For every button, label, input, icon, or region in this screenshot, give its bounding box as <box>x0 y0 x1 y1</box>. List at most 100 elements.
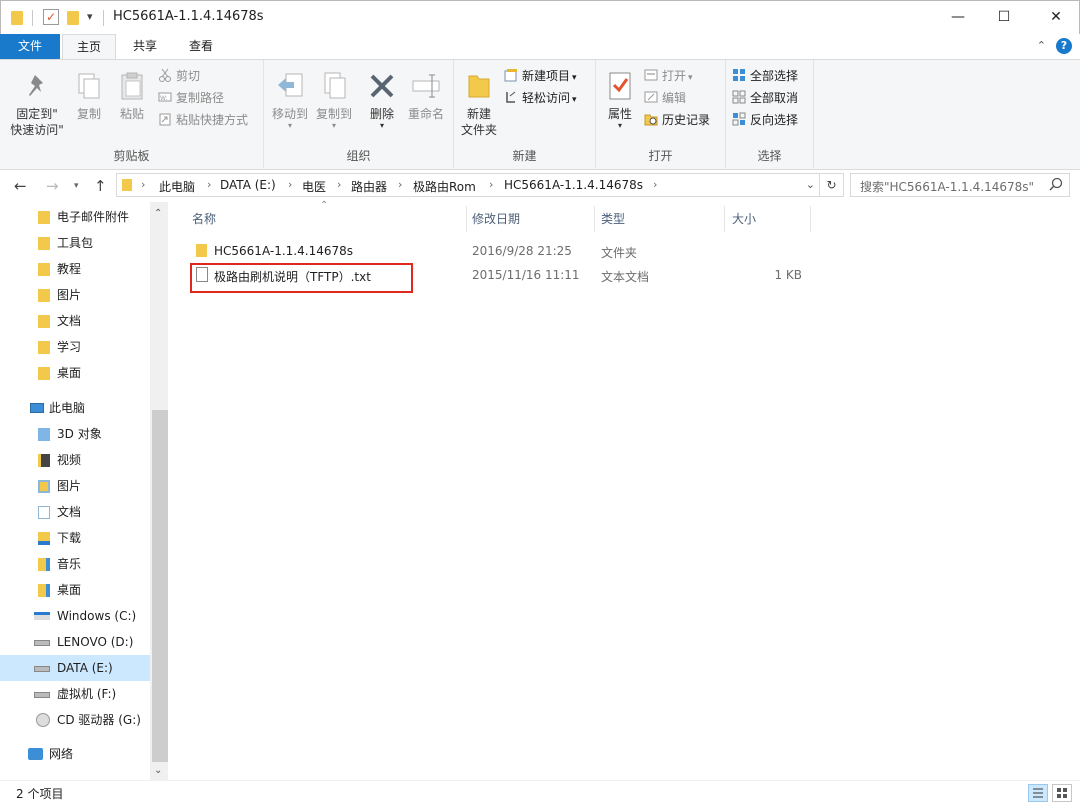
breadcrumb-separator: › <box>141 178 146 191</box>
nav-item-label: 虚拟机 (F:) <box>57 687 117 701</box>
invert-selection-button[interactable]: 反向选择 <box>732 110 798 130</box>
nav-item-drive-d[interactable]: LENOVO (D:) <box>0 629 150 655</box>
nav-item-drive-c[interactable]: Windows (C:) <box>0 603 150 629</box>
tab-view[interactable]: 查看 <box>174 34 228 59</box>
copy-to-button[interactable]: 复制到 ▾ <box>312 70 356 130</box>
nav-item-3d-objects[interactable]: 3D 对象 <box>0 421 150 447</box>
properties-button[interactable]: 属性 ▾ <box>600 70 640 130</box>
minimize-button[interactable]: — <box>935 1 981 34</box>
nav-item-tutorials[interactable]: 教程 <box>0 256 150 282</box>
breadcrumb-data-e[interactable]: DATA (E:) <box>220 178 276 192</box>
properties-quick-icon[interactable]: ✓ <box>43 9 59 25</box>
breadcrumb-separator: › <box>653 178 658 191</box>
nav-item-this-pc[interactable]: 此电脑 <box>0 395 150 421</box>
back-arrow-icon[interactable]: ← <box>14 177 27 195</box>
maximize-button[interactable]: ☐ <box>981 1 1027 34</box>
copy-button[interactable]: 复制 <box>70 70 108 122</box>
details-view-button[interactable] <box>1028 784 1048 802</box>
nav-item-drive-g[interactable]: CD 驱动器 (G:) <box>0 707 150 733</box>
new-folder-quick-icon[interactable] <box>67 11 79 25</box>
breadcrumb-separator: › <box>207 178 212 191</box>
column-header-name[interactable]: 名称 <box>192 210 216 232</box>
new-folder-button[interactable]: 新建 文件夹 <box>456 70 502 138</box>
nav-item-email-attachments[interactable]: 电子邮件附件 <box>0 204 150 230</box>
select-all-icon <box>732 68 746 82</box>
breadcrumb-dianyi[interactable]: 电医 <box>302 178 326 195</box>
cut-button[interactable]: 剪切 <box>158 66 200 86</box>
ribbon-collapse-icon[interactable]: ⌃ <box>1037 39 1046 52</box>
address-dropdown-icon[interactable]: ⌄ <box>806 178 815 191</box>
nav-item-desktop-quick[interactable]: 桌面 <box>0 360 150 386</box>
large-icons-view-button[interactable] <box>1052 784 1072 802</box>
nav-item-network[interactable]: 网络 <box>0 741 150 767</box>
easy-access-button[interactable]: 轻松访问 ▾ <box>504 88 577 108</box>
column-divider[interactable] <box>810 206 811 232</box>
breadcrumb-router[interactable]: 路由器 <box>351 178 387 195</box>
file-row-folder[interactable]: HC5661A-1.1.4.14678s 2016/9/28 21:25 文件夹 <box>186 240 816 262</box>
column-header-type[interactable]: 类型 <box>601 210 625 232</box>
nav-item-drive-e-selected[interactable]: DATA (E:) <box>0 655 150 681</box>
column-header-date[interactable]: 修改日期 <box>472 210 520 232</box>
recent-dropdown-icon[interactable]: ▾ <box>74 181 79 191</box>
help-icon[interactable]: ? <box>1056 38 1072 54</box>
open-button[interactable]: 打开 ▾ <box>644 66 693 86</box>
new-folder-label-1: 新建 <box>466 107 491 121</box>
column-divider[interactable] <box>724 206 725 232</box>
paste-button[interactable]: 粘贴 <box>112 70 152 122</box>
history-button[interactable]: 历史记录 <box>644 110 710 130</box>
select-all-button[interactable]: 全部选择 <box>732 66 798 86</box>
close-button[interactable]: ✕ <box>1033 1 1079 34</box>
new-item-button[interactable]: 新建项目 ▾ <box>504 66 577 86</box>
nav-item-toolkit[interactable]: 工具包 <box>0 230 150 256</box>
paste-shortcut-label: 粘贴快捷方式 <box>176 113 249 127</box>
3d-objects-icon <box>38 428 50 441</box>
delete-button[interactable]: 删除 ▾ <box>362 70 402 130</box>
nav-item-videos[interactable]: 视频 <box>0 447 150 473</box>
copy-path-button[interactable]: W: 复制路径 <box>158 88 224 108</box>
tab-home[interactable]: 主页 <box>62 34 116 60</box>
refresh-icon[interactable]: ↻ <box>820 173 844 197</box>
nav-item-pictures-quick[interactable]: 图片 <box>0 282 150 308</box>
tab-share[interactable]: 共享 <box>118 34 172 59</box>
breadcrumb-current-folder[interactable]: HC5661A-1.1.4.14678s <box>504 178 643 192</box>
file-size: 1 KB <box>774 268 802 282</box>
breadcrumb-this-pc[interactable]: 此电脑 <box>159 178 195 195</box>
forward-arrow-icon[interactable]: → <box>46 177 59 195</box>
search-input[interactable]: 搜索"HC5661A-1.1.4.14678s" <box>850 173 1070 197</box>
nav-item-desktop[interactable]: 桌面 <box>0 577 150 603</box>
column-divider[interactable] <box>466 206 467 232</box>
copy-path-icon: W: <box>158 90 172 104</box>
nav-item-label: 图片 <box>57 479 82 493</box>
cd-drive-icon <box>36 713 50 727</box>
quick-access-dropdown[interactable]: ▾ <box>87 10 93 23</box>
edit-button[interactable]: 编辑 <box>644 88 686 108</box>
move-to-button[interactable]: 移动到 ▾ <box>268 70 312 130</box>
column-divider[interactable] <box>594 206 595 232</box>
nav-scroll-thumb[interactable] <box>152 410 168 762</box>
search-icon[interactable] <box>1049 177 1063 194</box>
scroll-down-icon[interactable]: ⌄ <box>154 765 162 776</box>
nav-item-downloads[interactable]: 下载 <box>0 525 150 551</box>
tab-file[interactable]: 文件 <box>0 34 60 59</box>
paste-shortcut-button[interactable]: 粘贴快捷方式 <box>158 110 248 130</box>
nav-item-label: 图片 <box>57 288 82 302</box>
nav-item-documents[interactable]: 文档 <box>0 499 150 525</box>
nav-item-music[interactable]: 音乐 <box>0 551 150 577</box>
pin-quick-access-button[interactable]: 固定到" 快速访问" <box>6 70 68 138</box>
scroll-up-icon[interactable]: ⌃ <box>154 208 162 219</box>
nav-item-pictures[interactable]: 图片 <box>0 473 150 499</box>
divider <box>32 10 33 26</box>
address-bar[interactable]: › 此电脑 › DATA (E:) › 电医 › 路由器 › 极路由Rom › … <box>116 173 820 197</box>
select-none-button[interactable]: 全部取消 <box>732 88 798 108</box>
column-header-size[interactable]: 大小 <box>732 210 756 232</box>
desktop-icon <box>38 584 50 597</box>
breadcrumb-hiwifi-rom[interactable]: 极路由Rom <box>413 178 476 195</box>
nav-item-drive-f[interactable]: 虚拟机 (F:) <box>0 681 150 707</box>
file-type: 文件夹 <box>601 246 638 260</box>
nav-item-study[interactable]: 学习 <box>0 334 150 360</box>
rename-button[interactable]: 重命名 <box>404 70 448 122</box>
nav-item-documents-quick[interactable]: 文档 <box>0 308 150 334</box>
file-date: 2016/9/28 21:25 <box>472 244 572 258</box>
invert-selection-icon <box>732 112 746 126</box>
up-arrow-icon[interactable]: ↑ <box>94 177 107 195</box>
